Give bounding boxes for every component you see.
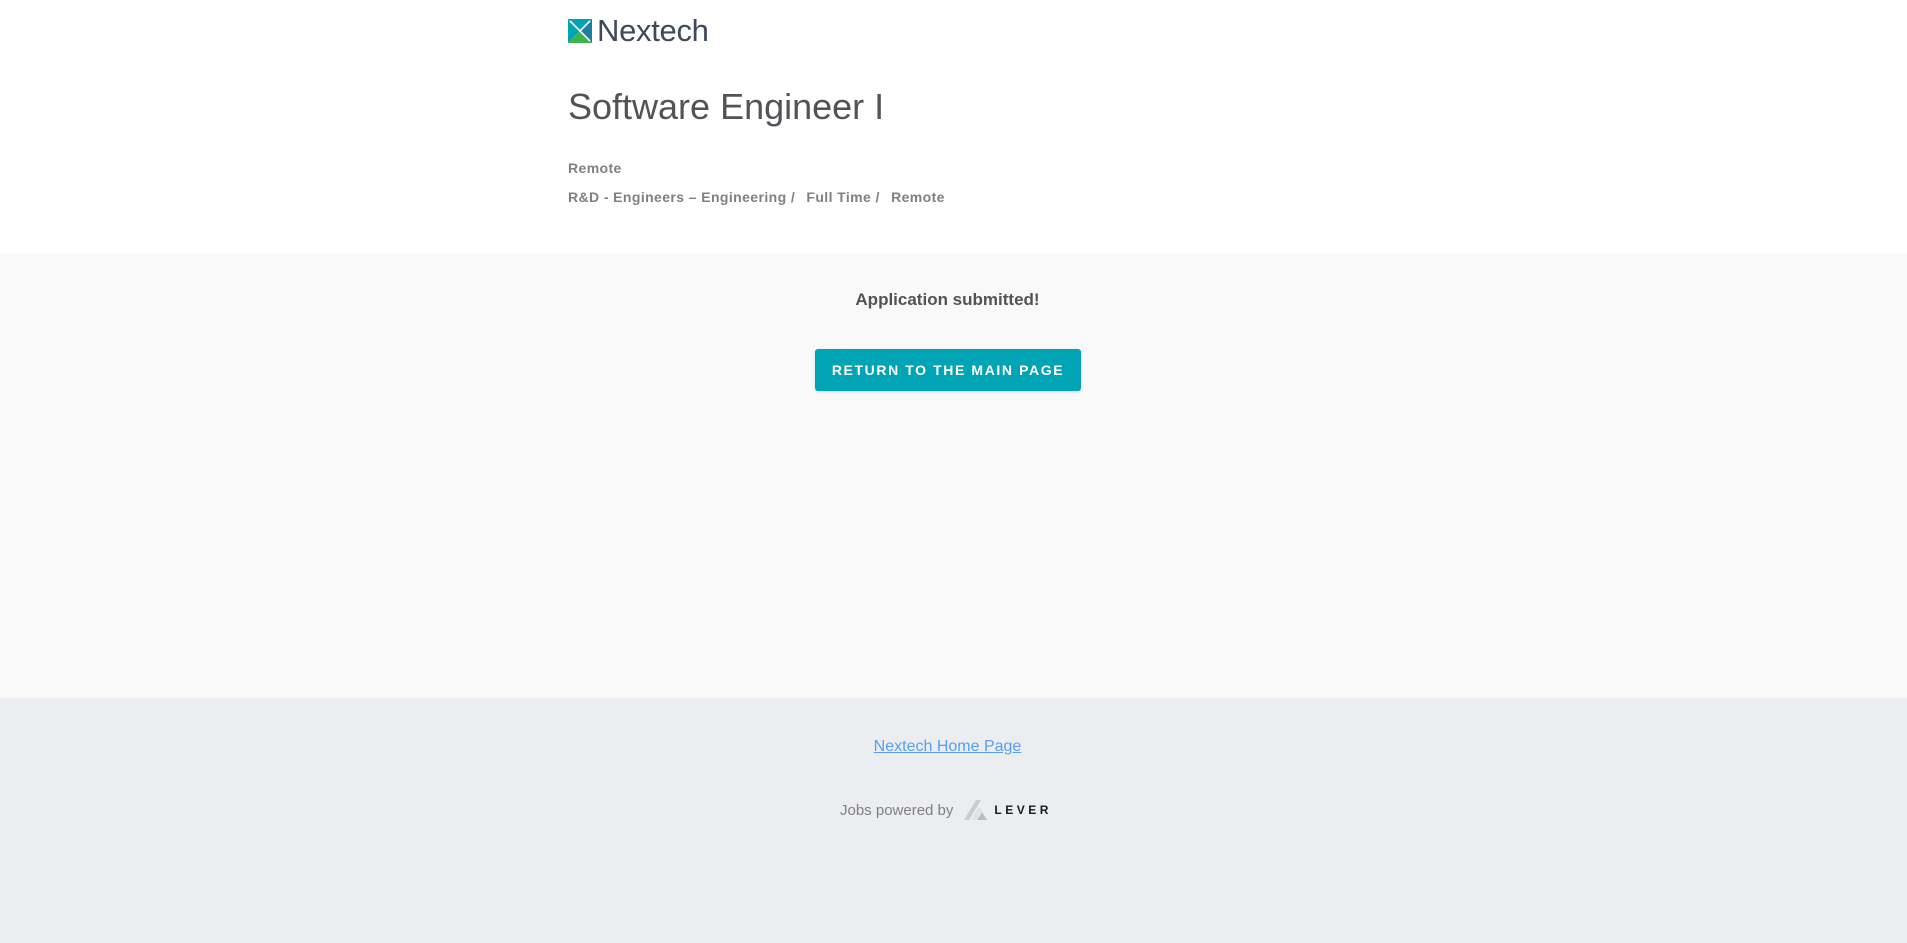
posting-location: Remote — [568, 160, 622, 176]
company-logo-link[interactable]: Nextech — [568, 15, 709, 47]
lever-logo-icon — [964, 800, 988, 820]
posting-title: Software Engineer I — [568, 86, 885, 127]
footer-link-wrapper: Nextech Home Page — [0, 738, 1895, 756]
category-location: Remote — [891, 189, 945, 205]
posting-categories: R&D - Engineers – Engineering / Full Tim… — [568, 189, 952, 205]
company-home-link[interactable]: Nextech Home Page — [874, 738, 1022, 755]
nextech-logo-icon — [568, 19, 592, 43]
confirmation-section: Application submitted! RETURN TO THE MAI… — [0, 253, 1907, 698]
powered-by-text: Jobs powered by — [840, 801, 954, 819]
page-footer: Nextech Home Page Jobs powered by LEVER — [0, 698, 1907, 943]
submission-message: Application submitted! — [855, 290, 1040, 309]
lever-link[interactable]: LEVER — [962, 798, 1052, 822]
company-logo-text: Nextech — [597, 13, 709, 48]
return-main-page-button[interactable]: RETURN TO THE MAIN PAGE — [815, 349, 1081, 391]
category-team: R&D - Engineers – Engineering / — [568, 189, 796, 205]
powered-by: Jobs powered by LEVER — [840, 798, 1052, 822]
page-header: Nextech Software Engineer I Remote R&D -… — [0, 0, 1907, 253]
category-commitment: Full Time / — [806, 189, 880, 205]
lever-wordmark: LEVER — [994, 803, 1052, 817]
